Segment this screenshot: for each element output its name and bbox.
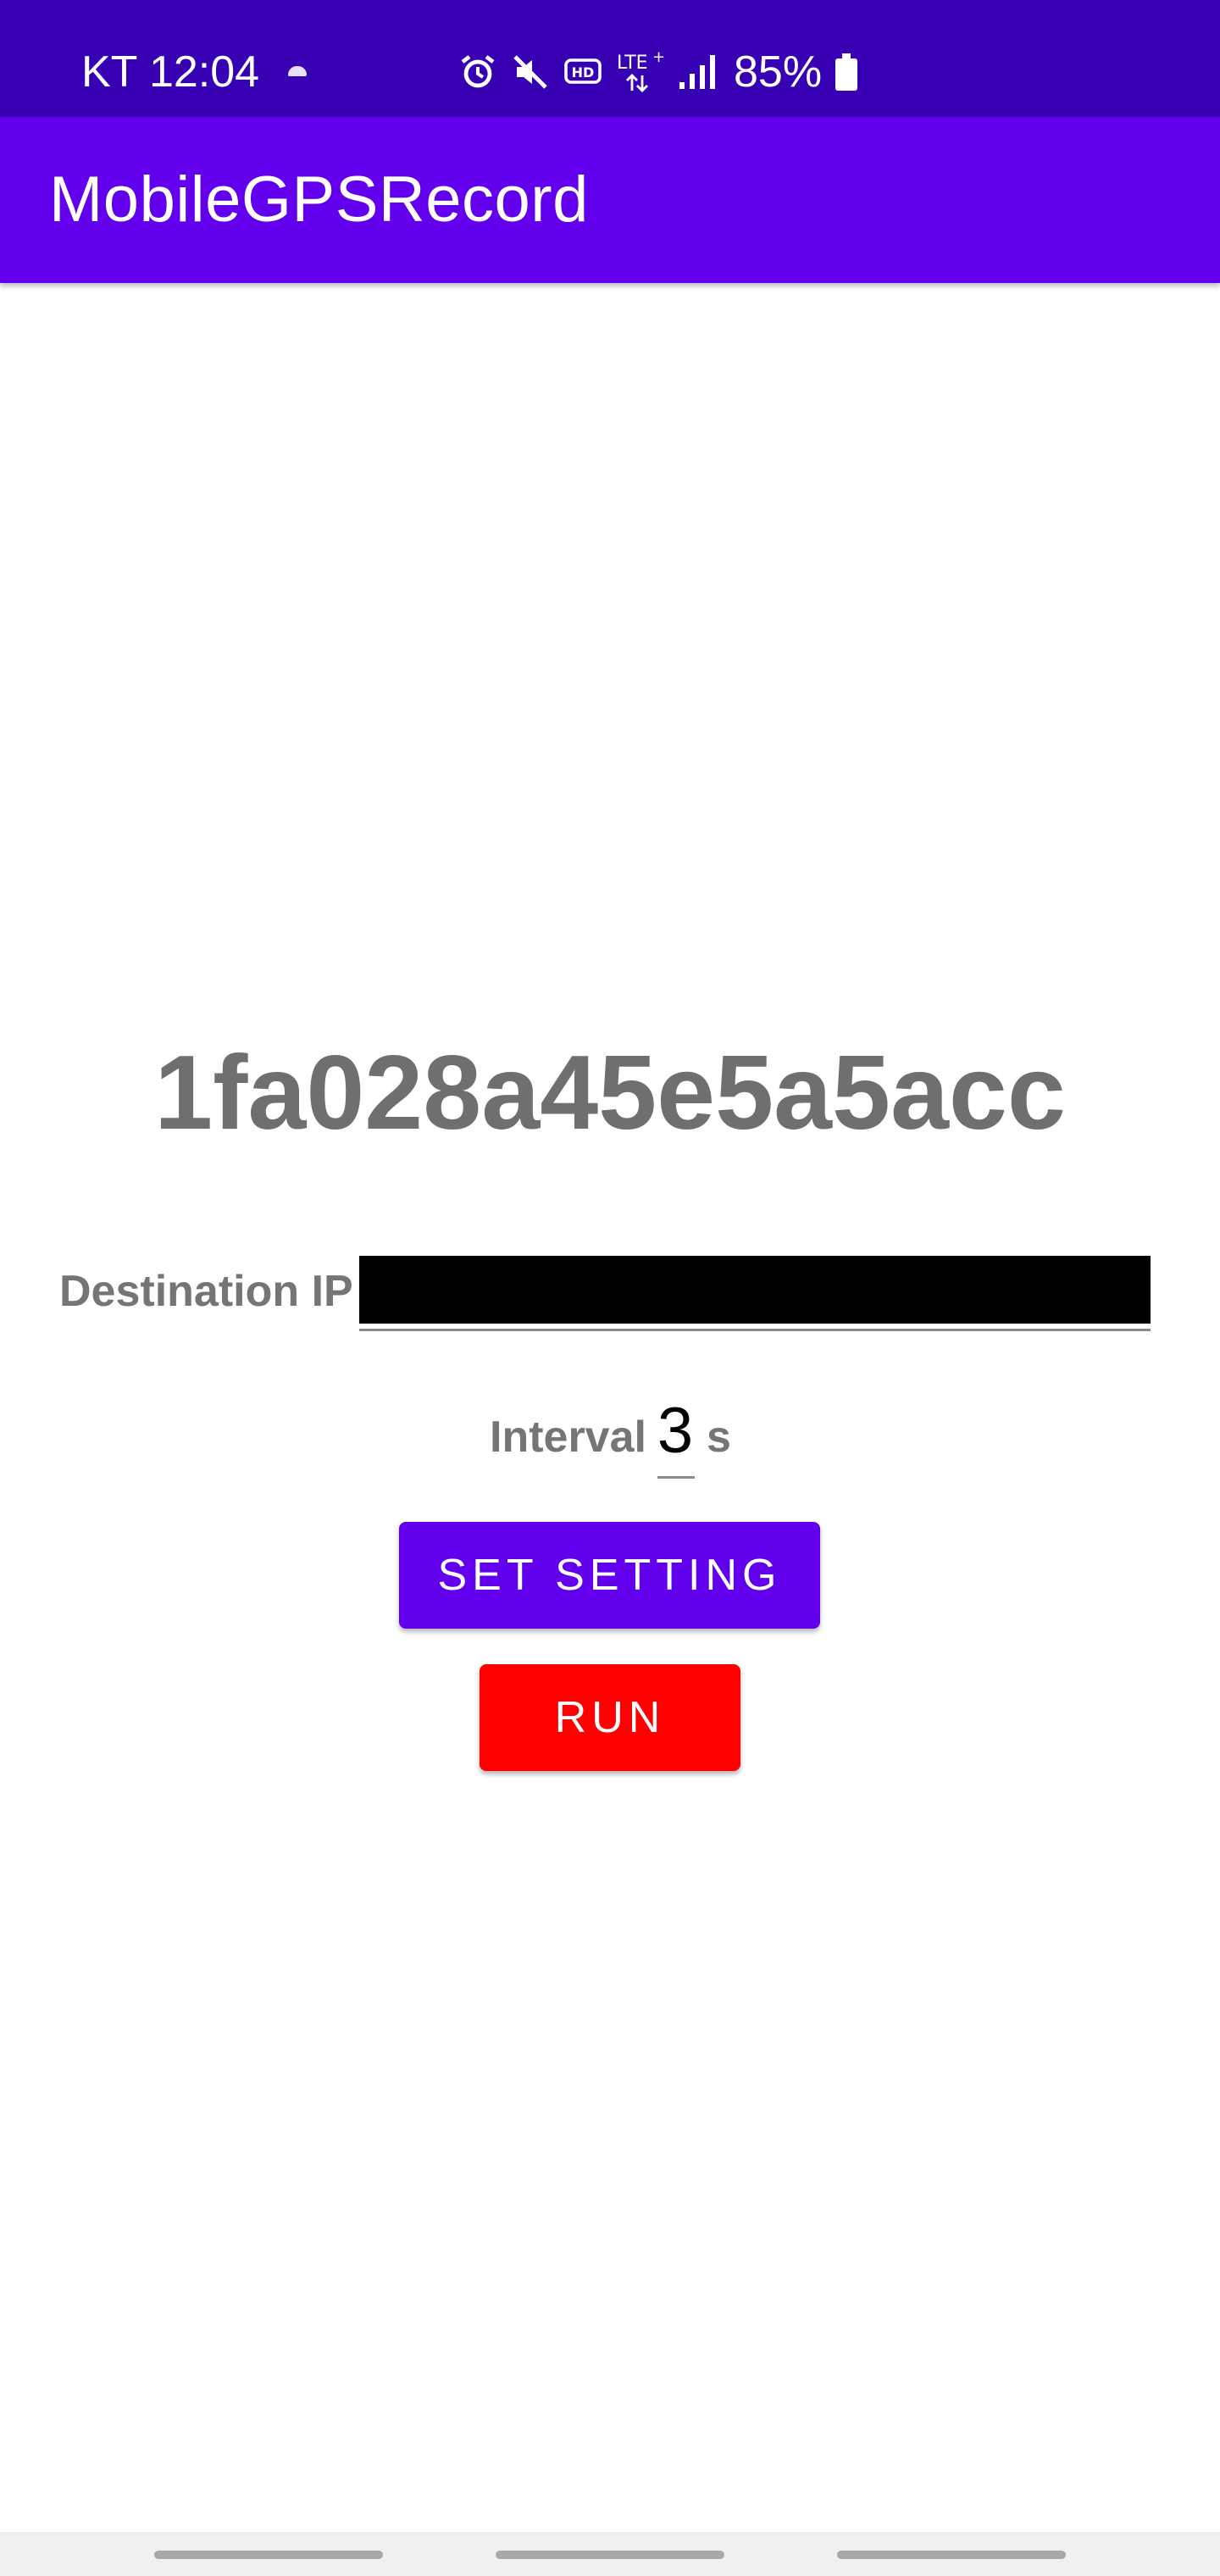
battery-icon bbox=[834, 52, 859, 92]
hd-voice-icon: HD bbox=[563, 52, 603, 92]
interval-unit-label: s bbox=[707, 1413, 731, 1462]
svg-text:+: + bbox=[652, 48, 665, 66]
nav-gesture-handle[interactable] bbox=[837, 2551, 1066, 2559]
status-carrier-time: KT 12:04 bbox=[81, 47, 260, 97]
app-screen: KT 12:04 HD LTE + 85% MobileGPSRecord 1f… bbox=[0, 0, 1220, 2576]
mute-icon bbox=[510, 52, 551, 92]
lte-plus-icon: LTE + bbox=[615, 48, 666, 96]
svg-text:LTE: LTE bbox=[617, 53, 648, 74]
destination-ip-underline bbox=[359, 1329, 1151, 1331]
notification-dot-icon bbox=[288, 66, 307, 76]
navigation-bar bbox=[0, 2532, 1220, 2576]
interval-input[interactable]: 3 bbox=[654, 1393, 696, 1469]
signal-icon bbox=[678, 52, 715, 92]
interval-underline bbox=[657, 1476, 695, 1479]
interval-label: Interval bbox=[490, 1413, 646, 1462]
device-id-text: 1fa028a45e5a5acc bbox=[154, 1035, 1066, 1152]
nav-gesture-handle[interactable] bbox=[496, 2551, 724, 2559]
nav-gesture-handle[interactable] bbox=[154, 2551, 383, 2559]
destination-ip-input[interactable] bbox=[359, 1256, 1151, 1324]
run-button[interactable]: RUN bbox=[480, 1664, 740, 1771]
status-bar: KT 12:04 HD LTE + 85% bbox=[0, 0, 1220, 117]
battery-percent: 85% bbox=[734, 47, 823, 97]
interval-row: Interval 3 s bbox=[0, 1390, 1220, 1483]
destination-ip-row: Destination IP bbox=[59, 1249, 1161, 1334]
set-setting-button[interactable]: SET SETTING bbox=[399, 1522, 820, 1629]
alarm-icon bbox=[458, 52, 498, 92]
app-bar: MobileGPSRecord bbox=[0, 117, 1220, 283]
status-icons: HD LTE + 85% bbox=[458, 42, 859, 102]
destination-ip-label: Destination IP bbox=[59, 1267, 353, 1316]
svg-text:HD: HD bbox=[572, 64, 595, 80]
app-title: MobileGPSRecord bbox=[49, 164, 589, 236]
